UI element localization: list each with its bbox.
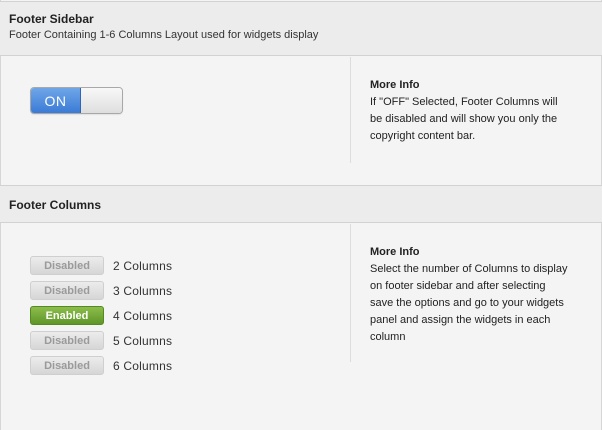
column-option-row: Disabled 6 Columns: [30, 356, 172, 375]
footer-sidebar-title: Footer Sidebar: [9, 12, 94, 26]
footer-sidebar-toggle[interactable]: ON: [30, 87, 123, 114]
column-option-row: Enabled 4 Columns: [30, 306, 172, 325]
footer-sidebar-header: Footer Sidebar Footer Containing 1-6 Col…: [0, 1, 602, 56]
info-title: More Info: [370, 246, 420, 258]
toggle-on-label: ON: [31, 88, 81, 113]
vertical-divider: [350, 57, 351, 163]
column-state-button[interactable]: Disabled: [30, 356, 104, 375]
vertical-divider: [350, 224, 351, 362]
column-option-label: 4 Columns: [113, 308, 173, 323]
column-option-label: 2 Columns: [113, 258, 173, 273]
footer-columns-title: Footer Columns: [9, 198, 101, 212]
footer-columns-info: More Info Select the number of Columns t…: [370, 244, 570, 346]
column-state-button[interactable]: Disabled: [30, 331, 104, 350]
info-text: Select the number of Columns to display …: [370, 263, 568, 343]
footer-sidebar-subtitle: Footer Containing 1-6 Columns Layout use…: [9, 29, 319, 41]
column-state-button[interactable]: Disabled: [30, 256, 104, 275]
column-option-label: 5 Columns: [113, 333, 173, 348]
column-option-row: Disabled 3 Columns: [30, 281, 172, 300]
footer-sidebar-body: ON More Info If "OFF" Selected, Footer C…: [0, 57, 602, 185]
column-option-row: Disabled 5 Columns: [30, 331, 172, 350]
footer-columns-body: Disabled 2 Columns Disabled 3 Columns En…: [0, 224, 602, 430]
column-option-label: 3 Columns: [113, 283, 173, 298]
info-title: More Info: [370, 79, 420, 91]
info-text: If "OFF" Selected, Footer Columns will b…: [370, 96, 558, 142]
footer-columns-header: Footer Columns: [0, 185, 602, 223]
footer-sidebar-info: More Info If "OFF" Selected, Footer Colu…: [370, 77, 570, 145]
column-option-label: 6 Columns: [113, 358, 173, 373]
column-option-row: Disabled 2 Columns: [30, 256, 172, 275]
column-state-button[interactable]: Disabled: [30, 281, 104, 300]
column-state-button[interactable]: Enabled: [30, 306, 104, 325]
toggle-knob[interactable]: [81, 88, 122, 113]
